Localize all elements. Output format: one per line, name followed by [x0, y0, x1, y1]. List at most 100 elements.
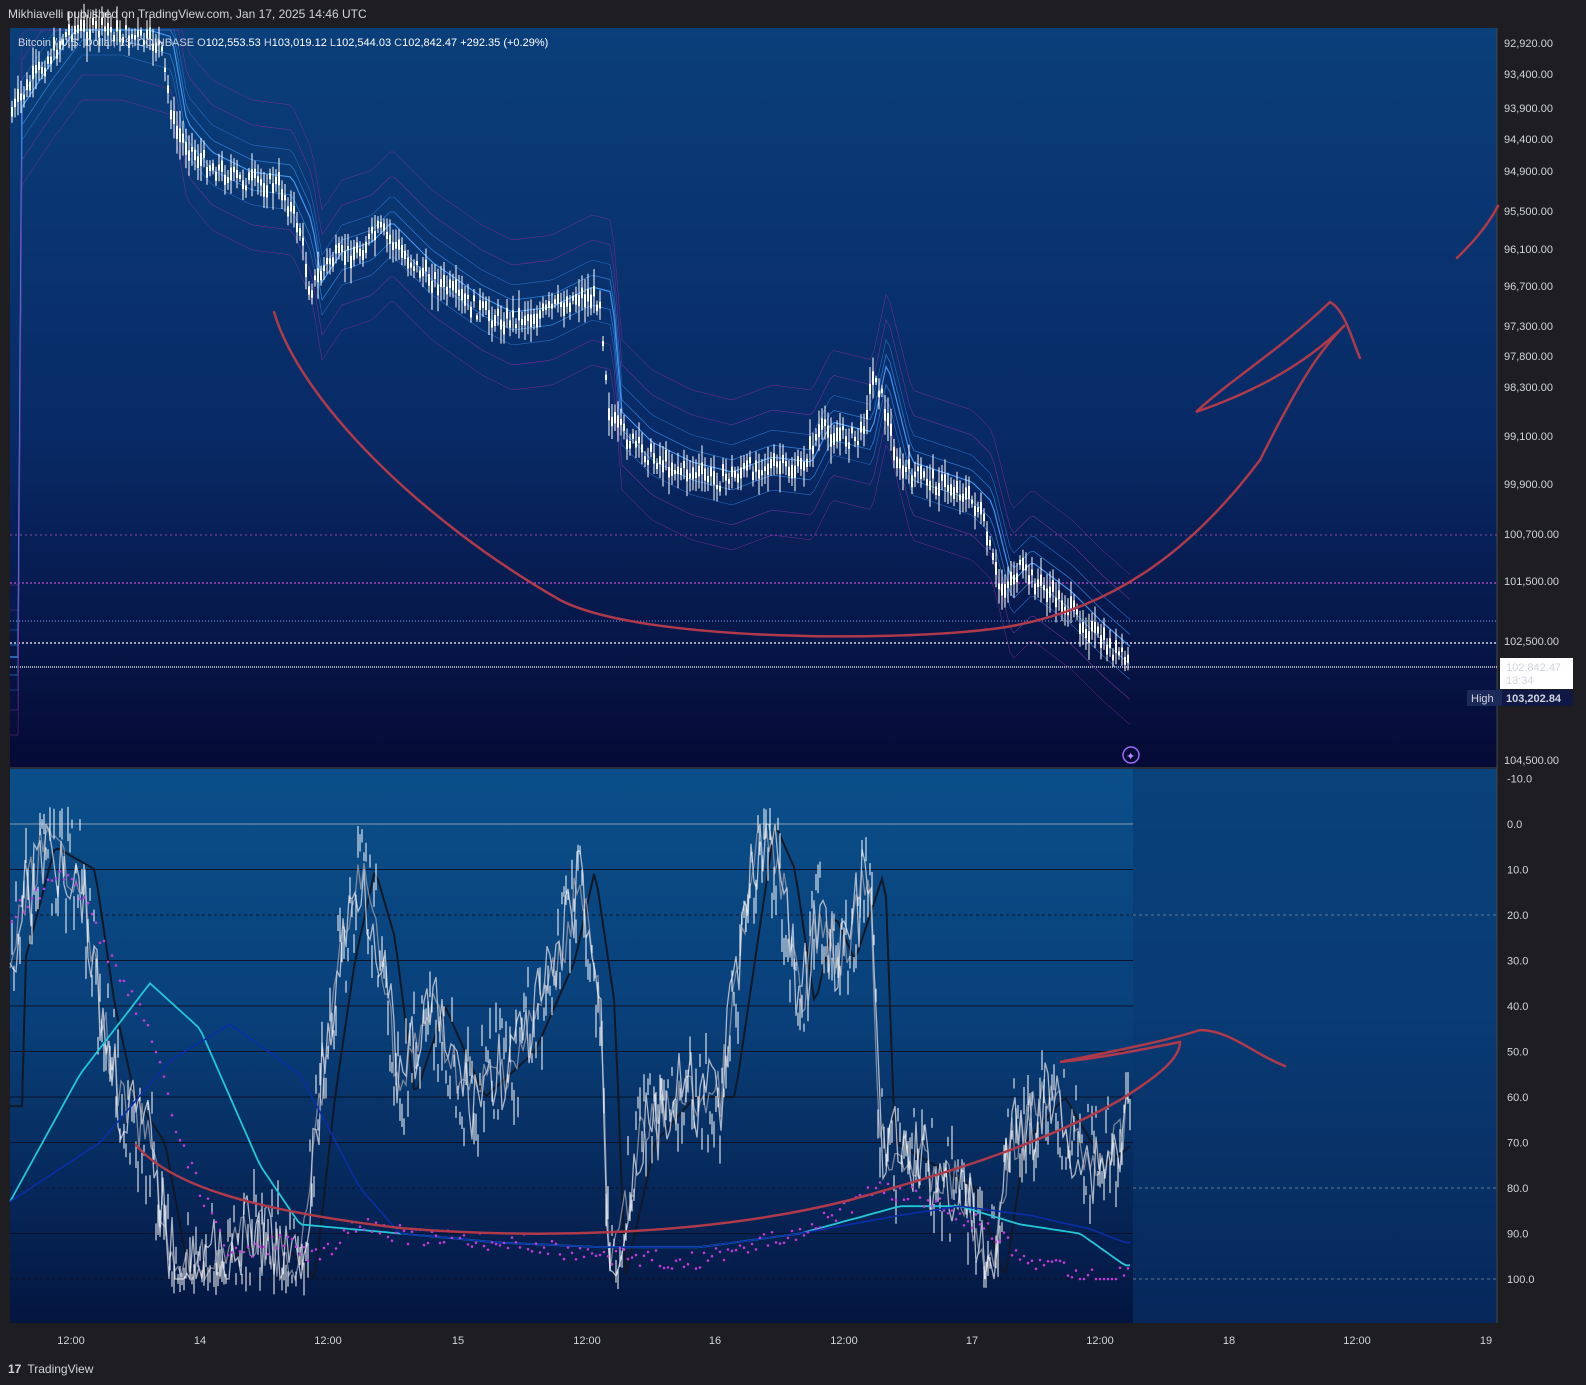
candle-body: [1052, 580, 1054, 592]
candle-body: [926, 478, 928, 486]
candle-body: [941, 474, 943, 481]
candle-body: [1082, 622, 1084, 633]
magenta-dot: [934, 1200, 938, 1203]
future-zone-shade: [1133, 768, 1497, 1323]
magenta-dot: [990, 1237, 994, 1240]
magenta-dot: [98, 941, 102, 945]
candle-body: [983, 513, 985, 522]
candle-body: [914, 471, 916, 478]
magenta-dot: [602, 1250, 606, 1254]
candle-body: [440, 279, 442, 287]
magenta-dot: [758, 1236, 762, 1240]
candle-body: [14, 98, 16, 108]
chart-canvas[interactable]: Bitcoin / U.S. Dollar, 15, COINBASE O102…: [0, 0, 1586, 1354]
candle-body: [818, 424, 820, 438]
candle-body: [509, 320, 511, 328]
magenta-dot: [890, 1198, 894, 1201]
candle-body: [224, 174, 226, 185]
magenta-dot: [406, 1242, 410, 1246]
magenta-dot: [1114, 1277, 1118, 1281]
magenta-dot: [170, 1113, 174, 1117]
candle-body: [659, 456, 661, 465]
oscillator-tick-label: 40.0: [1507, 1001, 1528, 1013]
candle-body: [176, 125, 178, 139]
magenta-dot: [922, 1205, 926, 1208]
magenta-dot: [14, 915, 18, 919]
magenta-dot: [674, 1259, 678, 1263]
magenta-dot: [578, 1246, 582, 1250]
chart-legend[interactable]: Bitcoin / U.S. Dollar, 15, COINBASE O102…: [18, 37, 548, 49]
magenta-dot: [690, 1251, 694, 1254]
candle-body: [476, 315, 478, 320]
candle-body: [884, 409, 886, 421]
candle-body: [734, 470, 736, 478]
price-tick-label: 95,500.00: [1504, 206, 1553, 218]
candle-body: [902, 465, 904, 479]
magenta-dot: [666, 1266, 670, 1269]
candle-body: [1094, 621, 1096, 633]
oscillator-tick-label: 90.0: [1507, 1229, 1528, 1241]
candle-body: [761, 470, 763, 476]
magenta-dot: [714, 1247, 718, 1250]
price-tick-label: 93,400.00: [1504, 69, 1553, 81]
candle-body: [791, 464, 793, 479]
candle-body: [566, 296, 568, 307]
footer-brand[interactable]: TradingView: [27, 1362, 93, 1376]
magenta-dot: [258, 1245, 262, 1248]
candle-body: [425, 259, 427, 272]
candle-body: [356, 242, 358, 253]
magenta-dot: [754, 1248, 758, 1251]
candle-body: [584, 294, 586, 308]
candle-body: [635, 440, 637, 448]
candle-body: [338, 243, 340, 254]
magenta-dot: [686, 1262, 690, 1266]
candle-body: [101, 17, 103, 25]
magenta-dot: [678, 1258, 682, 1261]
candle-body: [998, 583, 1000, 590]
magenta-dot: [250, 1255, 254, 1258]
magenta-dot: [894, 1198, 898, 1202]
tradingview-logo-icon[interactable]: 17: [8, 1354, 21, 1385]
candle-body: [554, 299, 556, 304]
magenta-dot: [966, 1220, 970, 1223]
magenta-dot: [278, 1233, 282, 1237]
candle-body: [29, 81, 31, 91]
candle-body: [194, 149, 196, 161]
candle-body: [536, 313, 538, 328]
magenta-dot: [658, 1264, 662, 1268]
time-tick-label: 15: [452, 1335, 464, 1347]
candle-body: [974, 505, 976, 516]
magenta-dot: [726, 1248, 730, 1251]
legend-close-label: C: [394, 37, 402, 49]
candle-body: [272, 183, 274, 194]
candle-body: [275, 176, 277, 185]
magenta-dot: [34, 888, 38, 892]
candle-body: [794, 465, 796, 478]
magenta-dot: [390, 1239, 394, 1242]
candle-body: [446, 286, 448, 295]
magenta-dot: [26, 905, 30, 909]
magenta-dot: [926, 1199, 930, 1202]
candle-body: [41, 67, 43, 74]
candle-body: [992, 552, 994, 560]
candle-body: [1103, 627, 1105, 640]
candle-body: [572, 295, 574, 301]
candle-body: [869, 383, 871, 394]
candle-body: [950, 484, 952, 496]
candle-body: [1088, 631, 1090, 643]
magenta-dot: [670, 1267, 674, 1270]
candle-body: [167, 85, 169, 94]
magenta-dot: [694, 1267, 698, 1270]
candle-body: [662, 460, 664, 473]
candle-body: [830, 434, 832, 447]
magenta-dot: [326, 1242, 330, 1246]
magenta-dot: [530, 1250, 534, 1253]
magenta-dot: [378, 1232, 382, 1235]
magenta-dot: [450, 1236, 454, 1240]
magenta-dot: [1098, 1277, 1102, 1281]
candle-body: [1043, 585, 1045, 591]
magenta-dot: [210, 1212, 214, 1215]
candle-body: [956, 480, 958, 493]
candle-body: [836, 427, 838, 442]
magenta-dot: [190, 1161, 194, 1165]
